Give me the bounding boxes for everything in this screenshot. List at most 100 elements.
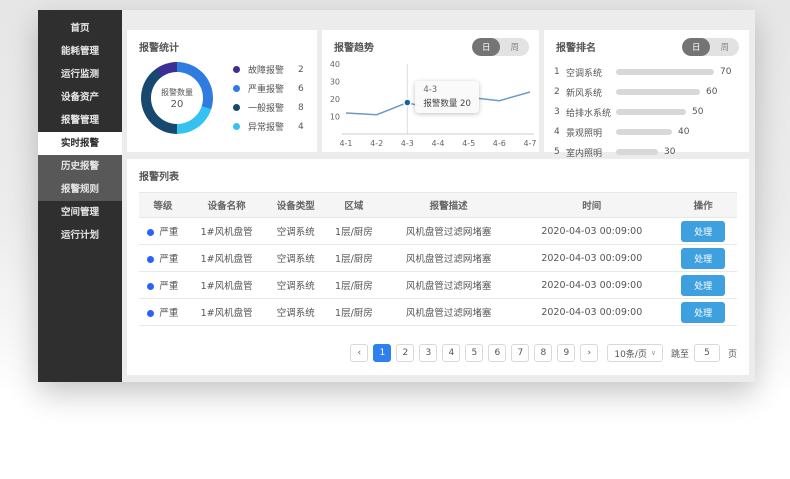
page-button-8[interactable]: 8	[534, 344, 552, 362]
legend-item[interactable]: 严重报警6	[233, 82, 304, 95]
page-button-2[interactable]: 2	[396, 344, 414, 362]
rank-value: 70	[720, 67, 731, 77]
trend-toggle-day[interactable]: 日	[472, 38, 501, 56]
level-cell: 严重	[139, 299, 187, 326]
app-window: 首页能耗管理运行监测设备资产报警管理实时报警历史报警报警规则空间管理运行计划 报…	[38, 10, 755, 382]
action-cell: 处理	[669, 218, 737, 245]
page-button-4[interactable]: 4	[442, 344, 460, 362]
main-content: 报警统计 报警数量 20 故障报警2严重报警6一般报警8异常报警4 报警趋势	[122, 10, 755, 382]
prev-page-button[interactable]: ‹	[350, 344, 368, 362]
legend-dot-icon	[233, 66, 240, 73]
page-button-6[interactable]: 6	[488, 344, 506, 362]
sidebar-item-space[interactable]: 空间管理	[38, 201, 122, 224]
chevron-down-icon: ∨	[651, 349, 656, 357]
action-cell: 处理	[669, 272, 737, 299]
alarm-table: 等级设备名称设备类型区域报警描述时间操作 严重1#风机盘管空调系统1层/厨房风机…	[139, 192, 737, 326]
legend-dot-icon	[233, 104, 240, 111]
rank-number: 5	[554, 147, 566, 157]
page-button-7[interactable]: 7	[511, 344, 529, 362]
legend-item[interactable]: 一般报警8	[233, 101, 304, 114]
svg-text:40: 40	[330, 60, 340, 69]
level-cell: 严重	[139, 272, 187, 299]
rank-bar	[616, 129, 672, 135]
page-button-5[interactable]: 5	[465, 344, 483, 362]
rank-value: 40	[678, 127, 689, 137]
type-cell: 空调系统	[267, 218, 325, 245]
sidebar-item-home[interactable]: 首页	[38, 17, 122, 40]
sidebar: 首页能耗管理运行监测设备资产报警管理实时报警历史报警报警规则空间管理运行计划	[38, 10, 122, 382]
handle-button[interactable]: 处理	[681, 275, 725, 296]
sidebar-item-alarm-rules[interactable]: 报警规则	[38, 178, 122, 201]
page-size-value: 10条/页	[614, 347, 647, 360]
page-button-3[interactable]: 3	[419, 344, 437, 362]
sidebar-item-assets[interactable]: 设备资产	[38, 86, 122, 109]
rank-label: 给排水系统	[566, 106, 616, 119]
rank-number: 2	[554, 87, 566, 97]
handle-button[interactable]: 处理	[681, 302, 725, 323]
type-cell: 空调系统	[267, 299, 325, 326]
donut-center-label: 报警数量	[161, 87, 193, 98]
sidebar-item-realtime-alarm[interactable]: 实时报警	[38, 132, 122, 155]
table-row: 严重1#风机盘管空调系统1层/厨房风机盘管过滤网堵塞2020-04-03 00:…	[139, 218, 737, 245]
ranking-row: 1空调系统70	[544, 62, 749, 82]
sidebar-item-plan[interactable]: 运行计划	[38, 224, 122, 247]
trend-period-toggle: 日 周	[472, 38, 529, 56]
sidebar-item-energy[interactable]: 能耗管理	[38, 40, 122, 63]
severity-dot-icon	[147, 229, 154, 236]
svg-text:4-5: 4-5	[462, 139, 475, 148]
next-page-button[interactable]: ›	[580, 344, 598, 362]
ranking-toggle-week[interactable]: 周	[710, 38, 739, 56]
rank-bar	[616, 89, 700, 95]
level-text: 严重	[159, 227, 178, 238]
donut-wrap: 报警数量 20 故障报警2 严重报警6 一般报警8 异常报警4	[127, 54, 317, 134]
table-row: 严重1#风机盘管空调系统1层/厨房风机盘管过滤网堵塞2020-04-03 00:…	[139, 245, 737, 272]
rank-label: 室内照明	[566, 146, 616, 159]
legend-item[interactable]: 异常报警4	[233, 120, 304, 133]
action-cell: 处理	[669, 299, 737, 326]
rank-value: 50	[692, 107, 703, 117]
rank-value: 60	[706, 87, 717, 97]
time-cell: 2020-04-03 00:09:00	[514, 245, 669, 272]
legend-label: 故障报警	[248, 63, 298, 76]
alarm-list-title: 报警列表	[139, 159, 737, 183]
rank-bar	[616, 149, 658, 155]
sidebar-item-history-alarm[interactable]: 历史报警	[38, 155, 122, 178]
handle-button[interactable]: 处理	[681, 221, 725, 242]
jump-page-input[interactable]	[694, 344, 720, 362]
ranking-toggle-day[interactable]: 日	[682, 38, 711, 56]
legend-dot-icon	[233, 85, 240, 92]
svg-text:10: 10	[330, 113, 340, 122]
device-cell: 1#风机盘管	[187, 272, 267, 299]
legend-dot-icon	[233, 123, 240, 130]
time-cell: 2020-04-03 00:09:00	[514, 272, 669, 299]
sidebar-item-alarm[interactable]: 报警管理	[38, 109, 122, 132]
legend-value: 6	[298, 84, 304, 94]
screen-background: 首页能耗管理运行监测设备资产报警管理实时报警历史报警报警规则空间管理运行计划 报…	[0, 0, 790, 479]
tooltip-value: 报警数量 20	[423, 97, 471, 109]
column-header: 操作	[669, 193, 737, 218]
sidebar-item-monitoring[interactable]: 运行监测	[38, 63, 122, 86]
type-cell: 空调系统	[267, 272, 325, 299]
rank-bar	[616, 69, 714, 75]
rank-number: 3	[554, 107, 566, 117]
rank-number: 1	[554, 67, 566, 77]
donut-center-value: 20	[171, 99, 184, 110]
ranking-period-toggle: 日 周	[682, 38, 739, 56]
page-size-select[interactable]: 10条/页 ∨	[607, 344, 663, 362]
rank-number: 4	[554, 127, 566, 137]
legend-label: 一般报警	[248, 101, 298, 114]
trend-toggle-week[interactable]: 周	[500, 38, 529, 56]
column-header: 区域	[325, 193, 383, 218]
ranking-row: 3给排水系统 50	[544, 102, 749, 122]
page-button-9[interactable]: 9	[557, 344, 575, 362]
device-cell: 1#风机盘管	[187, 218, 267, 245]
column-header: 设备名称	[187, 193, 267, 218]
device-cell: 1#风机盘管	[187, 299, 267, 326]
handle-button[interactable]: 处理	[681, 248, 725, 269]
legend-item[interactable]: 故障报警2	[233, 63, 304, 76]
page-button-1[interactable]: 1	[373, 344, 391, 362]
table-header-row: 等级设备名称设备类型区域报警描述时间操作	[139, 193, 737, 218]
desc-cell: 风机盘管过滤网堵塞	[383, 272, 514, 299]
svg-text:4-1: 4-1	[339, 139, 352, 148]
page-suffix-label: 页	[728, 347, 737, 360]
